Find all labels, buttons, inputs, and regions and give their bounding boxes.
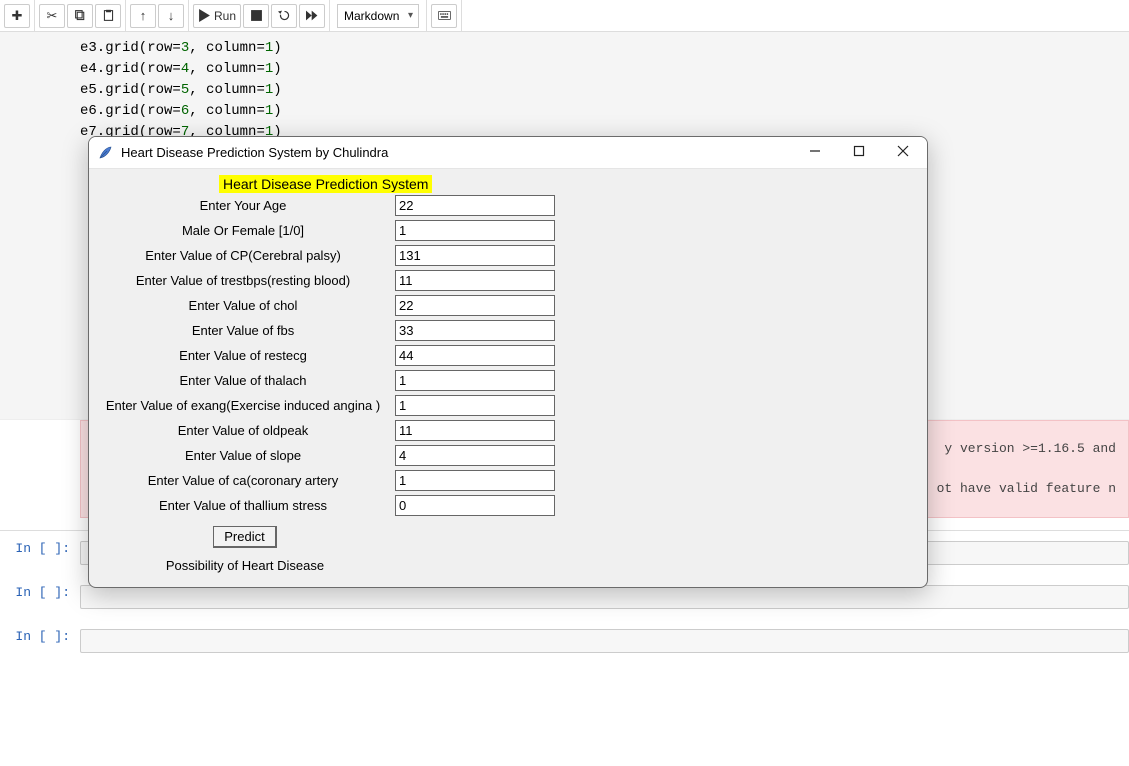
maximize-icon: [853, 145, 865, 160]
input-oldpeak[interactable]: [395, 420, 555, 441]
celltype-select-input[interactable]: Markdown: [337, 4, 419, 28]
arrow-up-icon: ↑: [140, 8, 147, 23]
paste-button[interactable]: [95, 4, 121, 28]
predict-button-label: Predict: [224, 529, 264, 544]
close-button[interactable]: [881, 138, 925, 168]
label-restecg: Enter Value of restecg: [95, 348, 395, 363]
input-chol[interactable]: [395, 295, 555, 316]
copy-button[interactable]: [67, 4, 93, 28]
label-exang: Enter Value of exang(Exercise induced an…: [95, 398, 395, 413]
result-label: Possibility of Heart Disease: [95, 558, 395, 573]
insert-cell-button[interactable]: ✚: [4, 4, 30, 28]
label-oldpeak: Enter Value of oldpeak: [95, 423, 395, 438]
minimize-icon: [809, 145, 821, 160]
input-age[interactable]: [395, 195, 555, 216]
input-fbs[interactable]: [395, 320, 555, 341]
copy-icon: [74, 9, 87, 22]
input-thal[interactable]: [395, 495, 555, 516]
close-icon: [897, 145, 909, 160]
label-thal: Enter Value of thallium stress: [95, 498, 395, 513]
label-age: Enter Your Age: [95, 198, 395, 213]
input-slope[interactable]: [395, 445, 555, 466]
label-chol: Enter Value of chol: [95, 298, 395, 313]
move-down-button[interactable]: ↓: [158, 4, 184, 28]
tkinter-window: Heart Disease Prediction System by Chuli…: [88, 136, 928, 588]
form-heading: Heart Disease Prediction System: [219, 175, 432, 193]
label-sex: Male Or Female [1/0]: [95, 223, 395, 238]
interrupt-button[interactable]: [243, 4, 269, 28]
window-titlebar: Heart Disease Prediction System by Chuli…: [89, 137, 927, 169]
cell-prompt: In [ ]:: [0, 585, 80, 609]
cell-prompt: In [ ]:: [0, 629, 80, 653]
input-restecg[interactable]: [395, 345, 555, 366]
celltype-select[interactable]: Markdown: [333, 4, 423, 28]
restart-icon: [278, 9, 291, 22]
plus-icon: ✚: [12, 8, 23, 24]
run-button[interactable]: Run: [193, 4, 241, 28]
input-cp[interactable]: [395, 245, 555, 266]
run-button-label: Run: [214, 9, 236, 23]
stop-icon: [250, 9, 263, 22]
command-palette-button[interactable]: [431, 4, 457, 28]
input-thalach[interactable]: [395, 370, 555, 391]
label-slope: Enter Value of slope: [95, 448, 395, 463]
jupyter-toolbar: ✚ ✂ ↑ ↓ Run: [0, 0, 1129, 32]
tk-body: Heart Disease Prediction System Enter Yo…: [89, 169, 927, 587]
arrow-down-icon: ↓: [168, 8, 175, 23]
window-title: Heart Disease Prediction System by Chuli…: [121, 145, 388, 160]
feather-icon: [97, 145, 113, 161]
label-fbs: Enter Value of fbs: [95, 323, 395, 338]
scissors-icon: ✂: [47, 8, 58, 24]
cell-input-area[interactable]: [80, 585, 1129, 609]
play-icon: [198, 9, 211, 22]
label-thalach: Enter Value of thalach: [95, 373, 395, 388]
input-exang[interactable]: [395, 395, 555, 416]
input-trestbps[interactable]: [395, 270, 555, 291]
input-ca[interactable]: [395, 470, 555, 491]
move-up-button[interactable]: ↑: [130, 4, 156, 28]
maximize-button[interactable]: [837, 138, 881, 168]
empty-cell-3[interactable]: In [ ]:: [0, 619, 1129, 663]
tk-form: Enter Your Age Male Or Female [1/0] Ente…: [95, 195, 921, 573]
label-cp: Enter Value of CP(Cerebral palsy): [95, 248, 395, 263]
cell-prompt: In [ ]:: [0, 541, 80, 565]
keyboard-icon: [438, 9, 451, 22]
code-cell-text: e3.grid(row=3, column=1) e4.grid(row=4, …: [0, 38, 1129, 149]
cut-button[interactable]: ✂: [39, 4, 65, 28]
predict-button[interactable]: Predict: [213, 526, 276, 548]
restart-button[interactable]: [271, 4, 297, 28]
input-sex[interactable]: [395, 220, 555, 241]
label-ca: Enter Value of ca(coronary artery: [95, 473, 395, 488]
clipboard-icon: [102, 9, 115, 22]
fast-forward-icon: [306, 9, 319, 22]
label-trestbps: Enter Value of trestbps(resting blood): [95, 273, 395, 288]
cell-input-area[interactable]: [80, 629, 1129, 653]
minimize-button[interactable]: [793, 138, 837, 168]
restart-run-all-button[interactable]: [299, 4, 325, 28]
